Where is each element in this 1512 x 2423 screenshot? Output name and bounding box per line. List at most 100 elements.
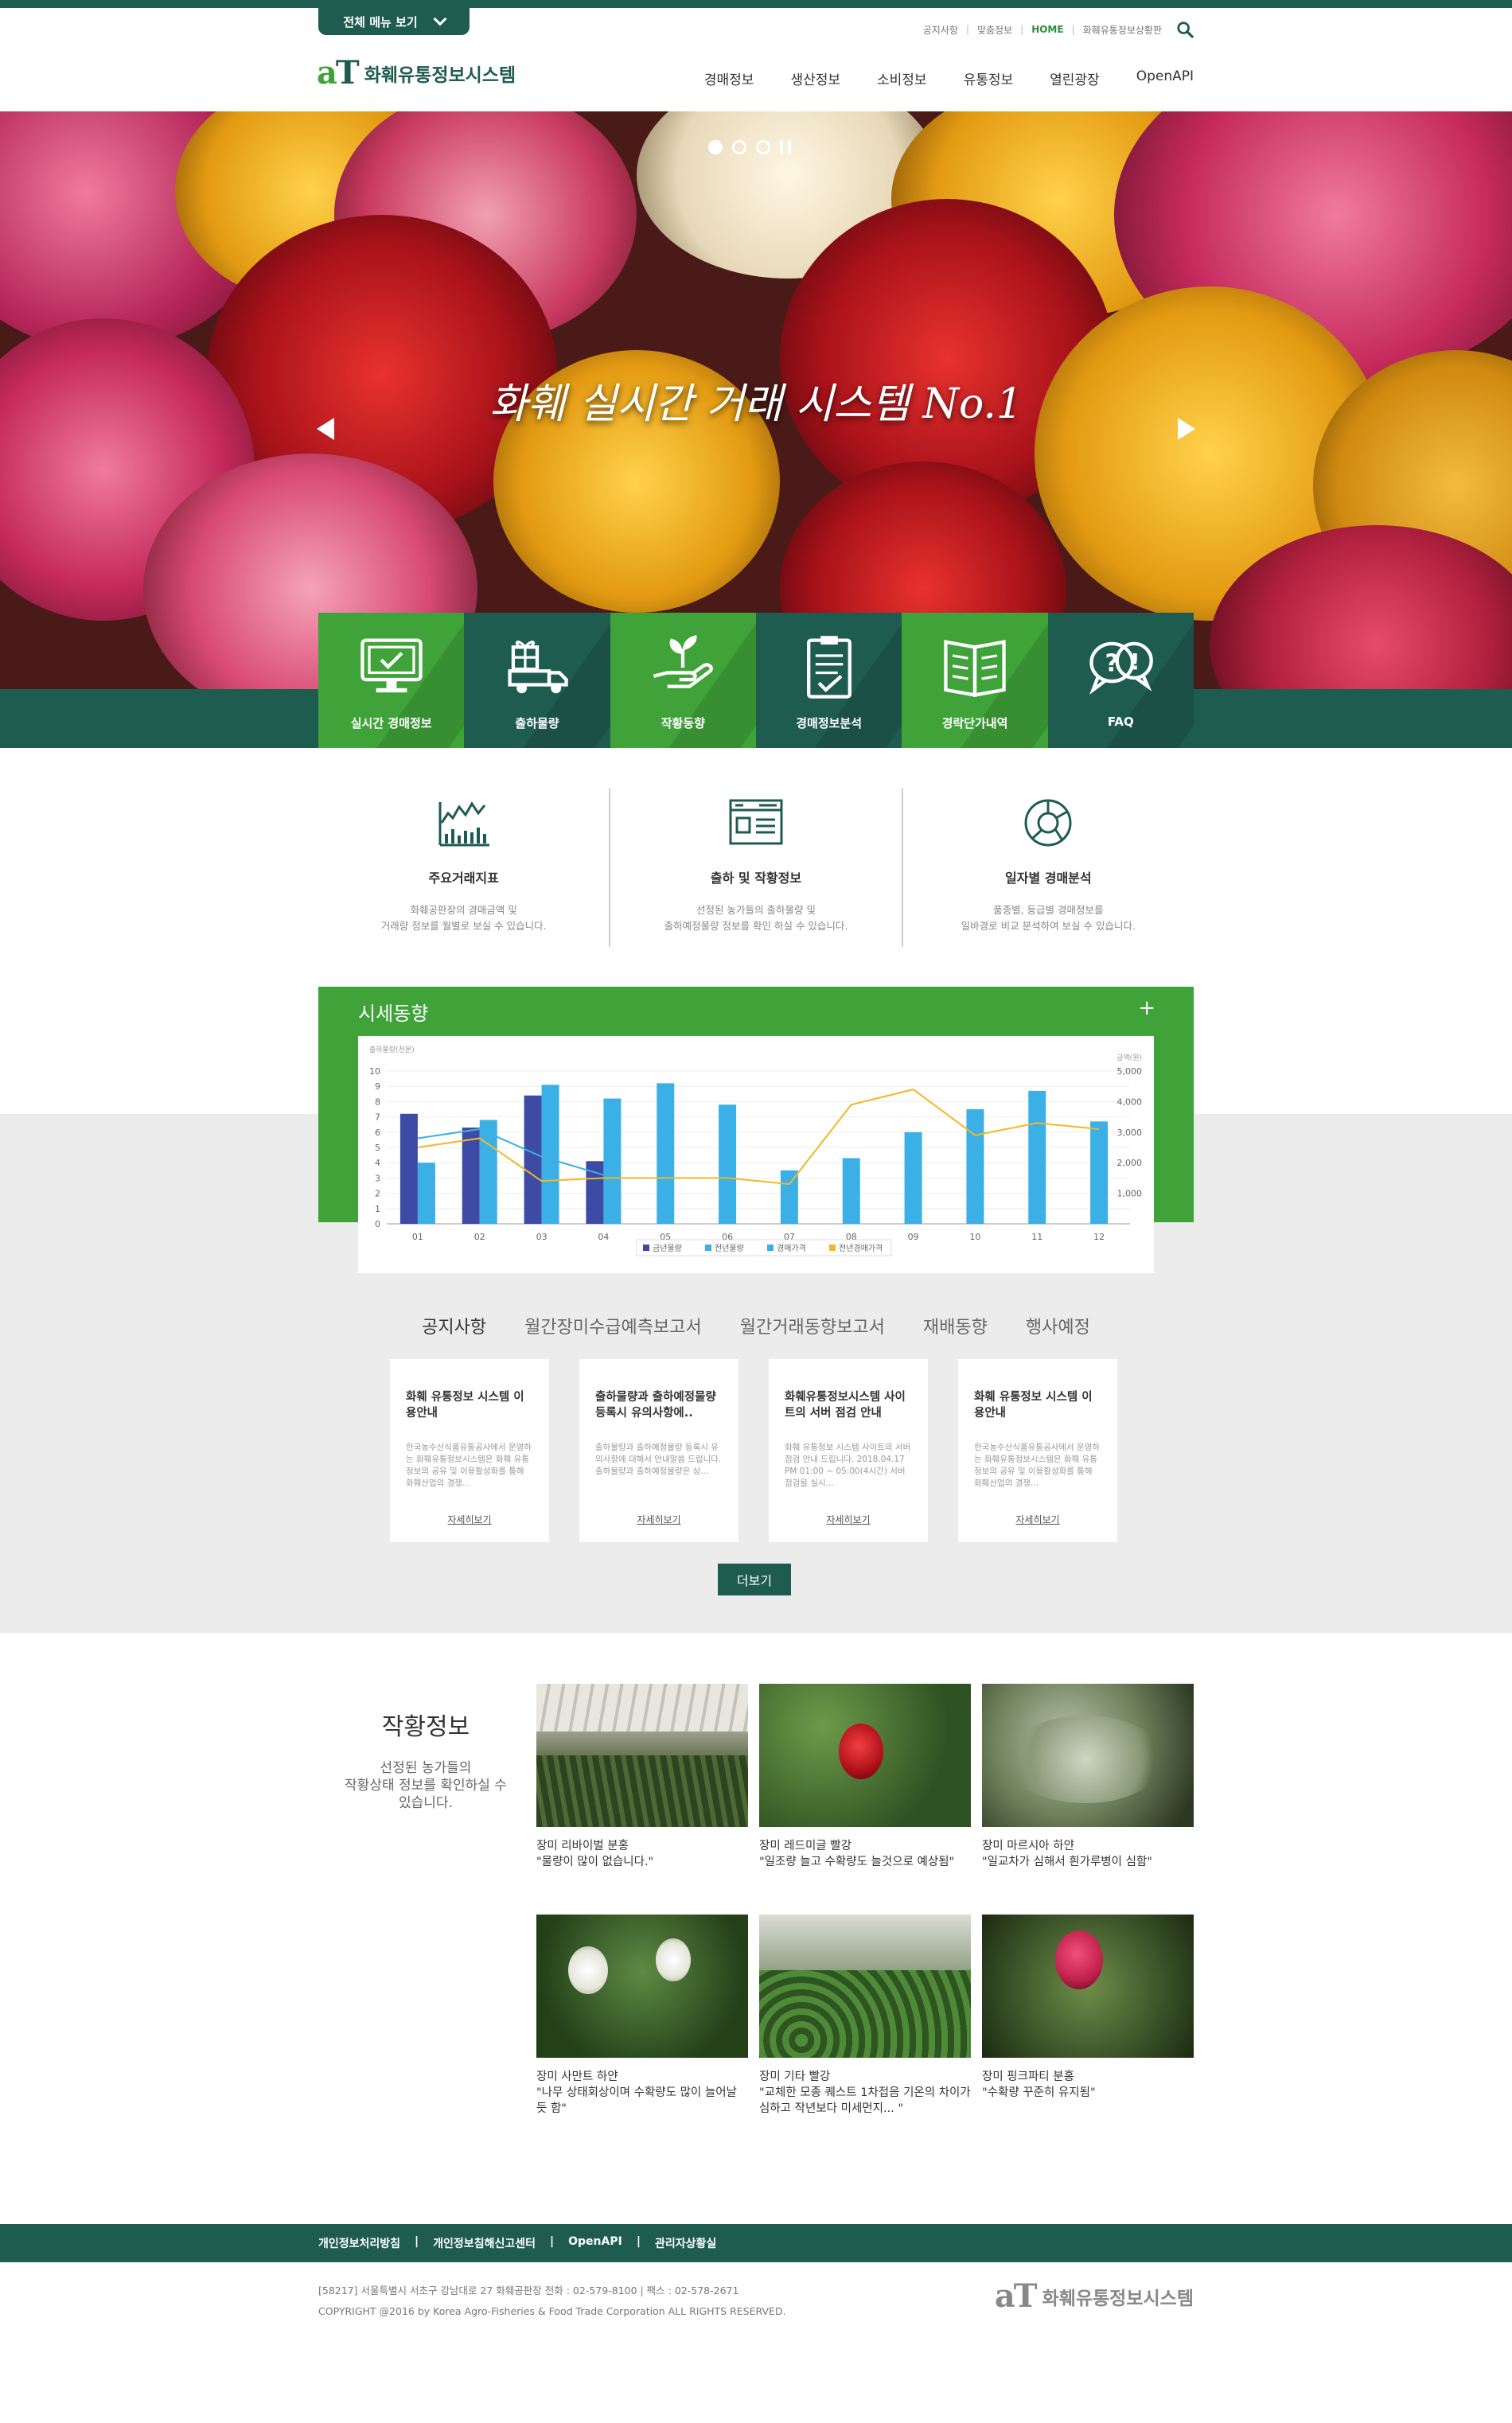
chart-bar-current-volume: [399, 1113, 418, 1224]
slide-dot-1[interactable]: [708, 140, 723, 154]
crop-item[interactable]: 장미 리바이벌 분홍 "물량이 많이 없습니다.": [536, 1684, 748, 1915]
chart-bar-current-volume: [462, 1128, 480, 1224]
slide-dot-2[interactable]: [732, 140, 746, 154]
crop-desc-line: 선정된 농가들의: [380, 1760, 472, 1776]
detail-link[interactable]: 자세히보기: [390, 1513, 549, 1526]
feature-desc-line: 품종별, 등급별 경매정보를: [993, 904, 1104, 916]
x-tick-label: 10: [969, 1232, 980, 1242]
quick-item-realtime-auction[interactable]: 실시간 경매정보: [318, 613, 465, 748]
footer-link-openapi[interactable]: OpenAPI: [568, 2235, 622, 2251]
tab-notice[interactable]: 공지사항: [422, 1313, 486, 1338]
more-plus-icon[interactable]: +: [1138, 996, 1155, 1020]
quick-item-auction-analysis[interactable]: 경매정보분석: [755, 613, 902, 748]
quick-item-label: 작황동향: [661, 716, 705, 730]
crop-caption-line: "일교차가 심해서 흰가루병이 심함": [982, 1856, 1152, 1868]
svg-text:!: !: [1130, 649, 1140, 675]
site-logo[interactable]: aT 화훼유통정보시스템: [317, 57, 516, 89]
detail-link[interactable]: 자세히보기: [769, 1513, 928, 1526]
quick-item-faq[interactable]: ?! FAQ: [1047, 613, 1194, 748]
notice-card-body: 한국농수산식품유통공사에서 운영하는 화훼유통정보시스템은 화훼 유통정보의 공…: [974, 1443, 1100, 1488]
chart-bar-previous-volume: [1028, 1090, 1046, 1224]
quick-item-price-history[interactable]: 경락단가내역: [902, 613, 1048, 748]
footer-link-privacy[interactable]: 개인정보처리방침: [318, 2235, 400, 2251]
prev-slide-arrow-icon[interactable]: [317, 418, 334, 440]
pause-icon[interactable]: [780, 140, 791, 154]
crop-caption: 장미 레드미글 빨강 "일조량 늘고 수확량도 늘것으로 예상됨": [759, 1838, 971, 1870]
utility-nav: 공지사항 | 맞춤정보 | HOME | 화훼유통정보상황판: [923, 21, 1194, 38]
legend-swatch: [705, 1245, 711, 1251]
crop-photo: [982, 1915, 1194, 2058]
bar-chart-icon: [438, 801, 489, 847]
x-tick-label: 09: [908, 1232, 919, 1242]
util-link-custom[interactable]: 맞춤정보: [977, 23, 1012, 37]
quick-item-label: 실시간 경매정보: [350, 716, 432, 730]
nav-item-auction[interactable]: 경매정보: [704, 68, 754, 88]
feature-desc: 선정된 농가들의 출하물량 및 출하예정물량 정보를 확인 하실 수 있습니다.: [610, 902, 901, 934]
all-menu-button[interactable]: 전체 메뉴 보기: [318, 8, 470, 35]
feature-desc: 화훼공판장의 경매금액 및 거래량 정보를 월별로 보실 수 있습니다.: [318, 902, 609, 934]
legend-label: 전년경매가격: [839, 1243, 883, 1253]
trend-chart: 출하물량(천본) 금액(원) 0 1 2 3 4 5 6 7 8 9 10 1,000 2,000 3,000…: [358, 1036, 1154, 1273]
more-button[interactable]: 더보기: [718, 1564, 791, 1595]
trend-title: 시세동향: [358, 1003, 429, 1025]
nav-item-production[interactable]: 생산정보: [790, 68, 840, 88]
notice-card[interactable]: 출하물량과 출하예정물량 등록시 유의사항에.. 출하물량과 출하예정물량 등록…: [579, 1359, 738, 1542]
search-icon[interactable]: [1176, 21, 1194, 38]
chart-line-previous-price: [417, 1088, 1100, 1186]
crop-caption-line: "일조량 늘고 수확량도 늘것으로 예상됨": [759, 1856, 955, 1868]
notice-card[interactable]: 화훼 유통정보 시스템 이용안내 한국농수산식품유통공사에서 운영하는 화훼유통…: [958, 1359, 1117, 1542]
x-tick-label: 03: [536, 1232, 548, 1242]
tab-events[interactable]: 행사예정: [1026, 1313, 1090, 1338]
crop-caption: 장미 기타 빨강 "교체한 모종 퀘스트 1차접음 기온의 차이가 심하고 작년보…: [759, 2069, 971, 2117]
footer-link-admin[interactable]: 관리자상황실: [655, 2235, 716, 2251]
util-link-dashboard[interactable]: 화훼유통정보상황판: [1083, 23, 1162, 37]
quick-item-label: 경락단가내역: [941, 716, 1008, 730]
detail-link[interactable]: 자세히보기: [958, 1513, 1117, 1526]
footer-link-bar: 개인정보처리방침 | 개인정보침해신고센터 | OpenAPI | 관리자상황실: [0, 2224, 1512, 2262]
y-tick-label-left: 3: [375, 1173, 380, 1183]
nav-item-open-square[interactable]: 열린광장: [1050, 68, 1100, 88]
rose-bloom: [1055, 1930, 1103, 1989]
tab-cultivation[interactable]: 재배동향: [923, 1313, 988, 1338]
feature-daily-analysis[interactable]: 일자별 경매분석 품종별, 등급별 경매정보를 일바경로 비교 분석하여 보실 수…: [901, 788, 1194, 947]
notice-tabs: 공지사항 월간장미수급예측보고서 월간거래동향보고서 재배동향 행사예정: [318, 1313, 1194, 1338]
y-tick-label-left: 5: [375, 1143, 380, 1153]
feature-shipment-crop[interactable]: 출하 및 작황정보 선정된 농가들의 출하물량 및 출하예정물량 정보를 확인 하…: [609, 788, 901, 947]
footer-address: [58217] 서울특별시 서초구 강남대로 27 화훼공판장 전화 : 02-…: [318, 2285, 739, 2296]
truck-gift-icon: [508, 641, 568, 694]
crop-item[interactable]: 장미 기타 빨강 "교체한 모종 퀘스트 1차접음 기온의 차이가 심하고 작년보…: [759, 1915, 971, 2145]
crop-item[interactable]: 장미 사만트 하얀 "나무 상태회상이며 수확량도 많이 늘어날 듯 함": [536, 1915, 748, 2145]
slide-indicator: [708, 140, 791, 154]
legend-label: 전년물량: [715, 1244, 744, 1253]
nav-item-consumption[interactable]: 소비정보: [877, 68, 927, 88]
notice-card[interactable]: 화훼유통정보시스템 사이트의 서버 점검 안내 화훼 유통정보 시스템 사이트의…: [769, 1359, 928, 1542]
util-link-notice[interactable]: 공지사항: [923, 23, 958, 37]
crop-item[interactable]: 장미 마르시아 하얀 "일교차가 심해서 흰가루병이 심함": [982, 1684, 1194, 1915]
util-link-home[interactable]: HOME: [1031, 24, 1063, 35]
quick-item-shipment[interactable]: 출하물량: [464, 613, 610, 748]
crop-item[interactable]: 장미 핑크파티 분홍 "수확량 꾸준히 유지됨": [982, 1915, 1194, 2145]
footer-separator: |: [549, 2235, 555, 2248]
crop-photo: [982, 1684, 1194, 1827]
tab-rose-forecast[interactable]: 월간장미수급예측보고서: [524, 1313, 702, 1338]
crop-item[interactable]: 장미 레드미글 빨강 "일조량 늘고 수확량도 늘것으로 예상됨": [759, 1684, 971, 1915]
nav-item-openapi[interactable]: OpenAPI: [1136, 68, 1194, 88]
feature-trade-index[interactable]: 주요거래지표 화훼공판장의 경매금액 및 거래량 정보를 월별로 보실 수 있습니…: [318, 788, 609, 947]
detail-link[interactable]: 자세히보기: [579, 1513, 738, 1526]
y-tick-label-left: 6: [375, 1128, 380, 1138]
footer-link-privacy-report[interactable]: 개인정보침해신고센터: [433, 2235, 536, 2251]
tab-trade-report[interactable]: 월간거래동향보고서: [740, 1313, 885, 1338]
trend-chart-svg: 출하물량(천본)금액(원)0123456789101,0002,0003,000…: [369, 1045, 1142, 1256]
crop-info-heading: 작황정보 선정된 농가들의 작황상태 정보를 확인하실 수 있습니다.: [342, 1707, 509, 1812]
next-slide-arrow-icon[interactable]: [1178, 418, 1195, 440]
seedling-rows: [759, 1970, 971, 2058]
chart-bar-previous-volume: [1090, 1121, 1109, 1224]
slide-dot-3[interactable]: [756, 140, 770, 154]
notice-card[interactable]: 화훼 유통정보 시스템 이용안내 한국농수산식품유통공사에서 운영하는 화훼유통…: [390, 1359, 549, 1542]
feature-title: 일자별 경매분석: [1005, 871, 1092, 886]
chart-bar-previous-volume: [657, 1083, 675, 1224]
y-tick-label-left: 4: [375, 1158, 380, 1168]
feature-desc-line: 선정된 농가들의 출하물량 및: [696, 904, 816, 916]
nav-item-distribution[interactable]: 유통정보: [964, 68, 1014, 88]
quick-item-crop-trend[interactable]: 작황동향: [610, 613, 756, 748]
